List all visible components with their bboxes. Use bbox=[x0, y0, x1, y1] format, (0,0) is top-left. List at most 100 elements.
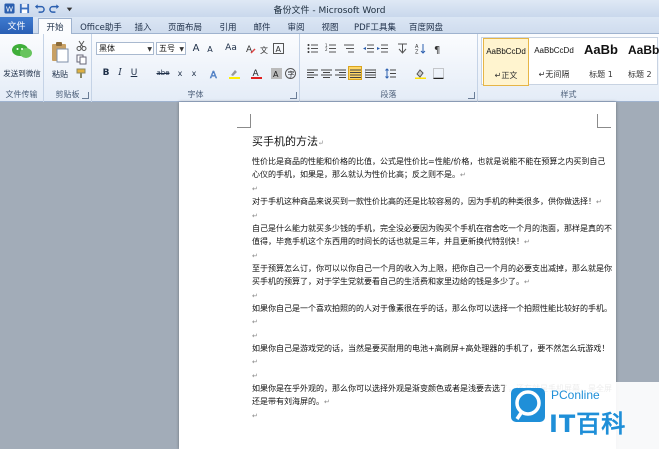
tab-review[interactable]: 审阅 bbox=[283, 19, 309, 34]
send-to-wechat-label: 发送到微信 bbox=[3, 68, 41, 78]
font-name-select[interactable]: 黑体 ▼ bbox=[96, 42, 154, 55]
chinese-layout-icon[interactable] bbox=[396, 42, 408, 54]
paragraph-mark: ↵ bbox=[252, 372, 258, 380]
show-hide-marks-icon[interactable]: ¶ bbox=[432, 42, 444, 54]
paragraph-text: 自己是什么能力就买多少钱的手机，完全没必要因为购买个手机在宿舍吃一个月的泡面，那… bbox=[252, 224, 612, 246]
title-bar: W 备份文件 - Microsoft Word bbox=[0, 0, 659, 17]
chevron-down-icon: ▼ bbox=[147, 46, 152, 53]
style-normal[interactable]: AaBbCcDd ↵正文 bbox=[483, 38, 529, 86]
paragraph: ↵ bbox=[252, 329, 612, 342]
sort-icon[interactable]: AZ bbox=[414, 42, 426, 54]
group-styles: AaBbCcDd ↵正文 AaBbCcDd ↵无间隔 AaBb 标题 1 AaB… bbox=[478, 34, 659, 102]
justify-icon[interactable] bbox=[348, 66, 362, 80]
paragraph-mark: ↵ bbox=[324, 398, 330, 406]
paragraph: ↵ bbox=[252, 209, 612, 222]
font-launcher-icon[interactable] bbox=[290, 92, 297, 99]
underline-button[interactable]: U bbox=[128, 67, 140, 79]
increase-indent-icon[interactable] bbox=[376, 42, 388, 54]
paragraph-mark: ↵ bbox=[252, 292, 258, 300]
paragraph: 自己是什么能力就买多少钱的手机，完全没必要因为购买个手机在宿舍吃一个月的泡面，那… bbox=[252, 222, 612, 249]
style-heading-1[interactable]: AaBb 标题 1 bbox=[579, 38, 623, 86]
tab-page-layout[interactable]: 页面布局 bbox=[163, 19, 207, 34]
tab-baidu-netdisk[interactable]: 百度网盘 bbox=[406, 19, 446, 34]
clear-formatting-icon[interactable]: A bbox=[244, 42, 256, 54]
group-font: 黑体 ▼ 五号 ▼ A A Aa A 文 A B I U abe x x A A bbox=[92, 34, 300, 102]
cut-icon[interactable] bbox=[75, 39, 87, 51]
format-painter-icon[interactable] bbox=[75, 67, 87, 79]
multilevel-list-icon[interactable] bbox=[342, 42, 354, 54]
highlight-color-icon[interactable] bbox=[228, 67, 240, 79]
align-center-icon[interactable] bbox=[320, 67, 332, 79]
italic-button[interactable]: I bbox=[114, 67, 126, 79]
styles-gallery: AaBbCcDd ↵正文 AaBbCcDd ↵无间隔 AaBb 标题 1 AaB… bbox=[481, 37, 659, 86]
svg-text:A: A bbox=[275, 45, 281, 54]
watermark-brand: PConline bbox=[551, 388, 600, 402]
group-label-file-transfer: 文件传输 bbox=[5, 90, 38, 99]
paste-label: 粘贴 bbox=[52, 69, 68, 79]
paragraph-text: 对于手机这种商品来说买到一款性价比高的还是比较容易的，因为手机的种类很多，供你做… bbox=[252, 197, 596, 206]
bold-button[interactable]: B bbox=[100, 67, 112, 79]
paragraph-launcher-icon[interactable] bbox=[468, 92, 475, 99]
grow-font-button[interactable]: A bbox=[190, 42, 202, 54]
enclose-characters-icon[interactable]: 字 bbox=[284, 67, 296, 79]
distributed-align-icon[interactable] bbox=[364, 67, 376, 79]
tab-office-assistant[interactable]: Office助手 bbox=[76, 19, 126, 34]
paragraph-mark: ↵ bbox=[252, 185, 258, 193]
svg-text:2: 2 bbox=[325, 47, 328, 52]
paragraph: 性价比是商品的性能和价格的比值，公式是性价比=性能/价格，也就是说能不能在预算之… bbox=[252, 155, 612, 182]
copy-icon[interactable] bbox=[75, 53, 87, 65]
svg-text:A: A bbox=[273, 70, 279, 79]
chevron-down-icon: ▼ bbox=[179, 46, 184, 53]
subscript-button[interactable]: x bbox=[174, 67, 186, 79]
clipboard-launcher-icon[interactable] bbox=[82, 92, 89, 99]
paragraph-text: 至于预算怎么订，你可以以你自己一个月的收入为上限，把你自己一个月的必要支出减掉，… bbox=[252, 264, 612, 286]
borders-icon[interactable] bbox=[432, 67, 444, 79]
character-border-icon[interactable]: A bbox=[272, 42, 284, 54]
style-heading-2[interactable]: AaBb 标题 2 bbox=[625, 38, 659, 86]
tab-view[interactable]: 视图 bbox=[317, 19, 343, 34]
style-heading-1-preview: AaBb bbox=[584, 42, 618, 57]
bullets-icon[interactable] bbox=[306, 42, 318, 54]
paste-button[interactable]: 粘贴 bbox=[47, 38, 73, 82]
align-right-icon[interactable] bbox=[334, 67, 346, 79]
wechat-icon bbox=[11, 42, 33, 62]
shading-icon[interactable] bbox=[414, 67, 426, 79]
paragraph-mark: ↵ bbox=[252, 318, 258, 326]
group-file-transfer: 发送到微信 文件传输 bbox=[0, 34, 44, 102]
document-body[interactable]: 买手机的方法↵ 性价比是商品的性能和价格的比值，公式是性价比=性能/价格，也就是… bbox=[252, 134, 612, 422]
decrease-indent-icon[interactable] bbox=[362, 42, 374, 54]
tab-insert[interactable]: 插入 bbox=[130, 19, 156, 34]
style-no-spacing[interactable]: AaBbCcDd ↵无间隔 bbox=[531, 38, 577, 86]
numbering-icon[interactable]: 12 bbox=[324, 42, 336, 54]
paragraph: 至于预算怎么订，你可以以你自己一个月的收入为上限，把你自己一个月的必要支出减掉，… bbox=[252, 262, 612, 289]
paragraph: ↵ bbox=[252, 369, 612, 382]
ribbon: 发送到微信 文件传输 粘贴 剪贴板 黑体 ▼ 五号 ▼ A A Aa A 文 A… bbox=[0, 34, 659, 102]
font-color-icon[interactable]: A bbox=[250, 67, 262, 79]
character-shading-icon[interactable]: A bbox=[270, 67, 282, 79]
phonetic-guide-icon[interactable]: 文 bbox=[258, 42, 270, 54]
send-to-wechat-button[interactable]: 发送到微信 bbox=[2, 38, 42, 82]
paragraph: 对于手机这种商品来说买到一款性价比高的还是比较容易的，因为手机的种类很多，供你做… bbox=[252, 195, 612, 209]
tab-file[interactable]: 文件 bbox=[0, 17, 33, 34]
strikethrough-button[interactable]: abe bbox=[154, 67, 172, 79]
align-left-icon[interactable] bbox=[306, 67, 318, 79]
paragraph-mark: ↵ bbox=[460, 171, 466, 179]
tab-home[interactable]: 开始 bbox=[38, 18, 72, 35]
font-size-value: 五号 bbox=[159, 44, 175, 53]
tab-pdf-tools[interactable]: PDF工具集 bbox=[351, 19, 399, 34]
line-spacing-icon[interactable] bbox=[384, 67, 396, 79]
tab-references[interactable]: 引用 bbox=[215, 19, 241, 34]
group-clipboard: 粘贴 剪贴板 bbox=[44, 34, 92, 102]
change-case-button[interactable]: Aa bbox=[222, 42, 240, 54]
paragraph-mark: ↵ bbox=[252, 358, 258, 366]
paragraph-text: 如果你自己是一个喜欢拍照的的人对于像素很在乎的话，那么你可以选择一个拍照性能比较… bbox=[252, 304, 612, 313]
group-label-paragraph: 段落 bbox=[380, 90, 397, 99]
superscript-button[interactable]: x bbox=[188, 67, 200, 79]
text-effects-icon[interactable]: A bbox=[208, 67, 220, 79]
svg-text:A: A bbox=[210, 70, 217, 79]
shrink-font-button[interactable]: A bbox=[204, 43, 216, 55]
tab-mailings[interactable]: 邮件 bbox=[249, 19, 275, 34]
paragraph: 如果你自己是游戏党的话，当然是要买耐用的电池+高刷屏+高处理器的手机了，要不然怎… bbox=[252, 342, 612, 369]
font-size-select[interactable]: 五号 ▼ bbox=[156, 42, 186, 55]
paragraph-mark: ↵ bbox=[596, 198, 602, 206]
